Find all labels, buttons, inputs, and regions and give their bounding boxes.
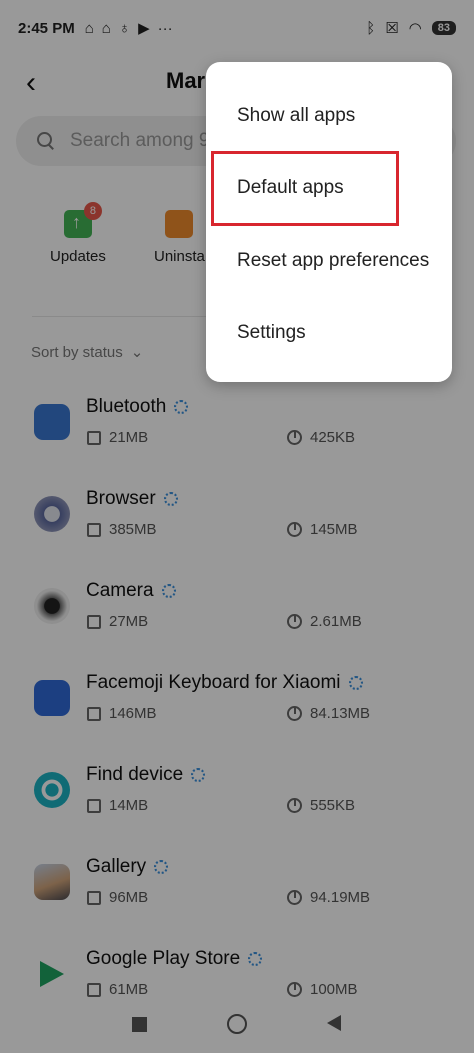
highlight-box [211, 151, 399, 226]
menu-item-show-all-apps[interactable]: Show all apps [237, 105, 355, 127]
menu-item-settings[interactable]: Settings [237, 322, 306, 344]
menu-item-reset-app-preferences[interactable]: Reset app preferences [237, 250, 429, 272]
overflow-menu: Show all apps Default apps Reset app pre… [206, 62, 452, 382]
